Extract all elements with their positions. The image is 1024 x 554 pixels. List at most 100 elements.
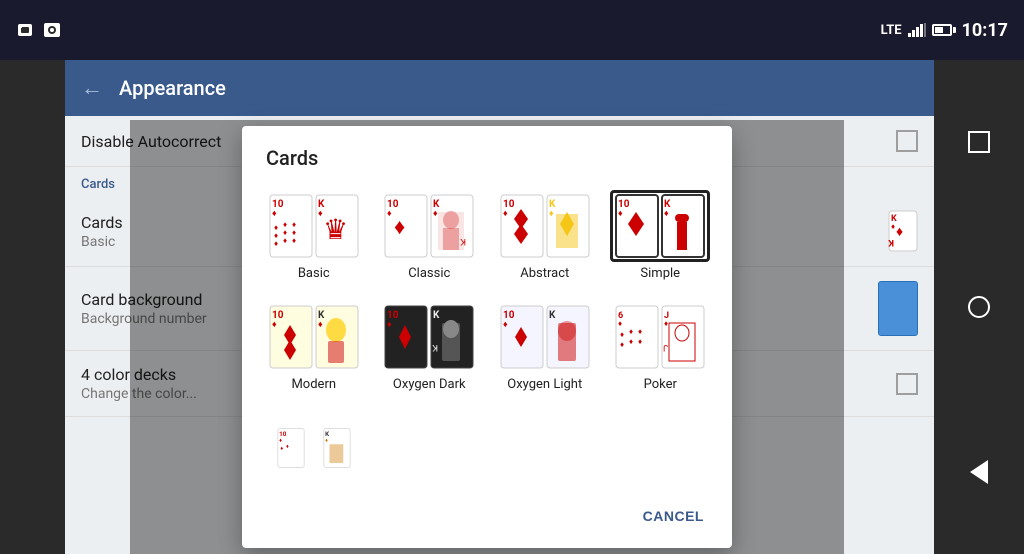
- card-option-modern[interactable]: 10 ♦ K ♦: [258, 293, 370, 400]
- svg-text:♦: ♦: [272, 209, 277, 219]
- card-option-simple[interactable]: 10 ♦ K ♦: [605, 182, 717, 289]
- svg-text:♛: ♛: [323, 213, 348, 246]
- simple-label: Simple: [640, 266, 680, 281]
- disable-autocorrect-checkbox[interactable]: [896, 130, 918, 152]
- simple-card-k: K ♦: [661, 194, 705, 258]
- card-preview-simple: 10 ♦ K ♦: [610, 190, 710, 262]
- card-option-oxygen-light[interactable]: 10 ♦ K: [489, 293, 601, 400]
- svg-text:♦: ♦: [283, 236, 287, 245]
- poker-card-k: J ♦ J: [661, 305, 705, 369]
- svg-text:♦: ♦: [638, 337, 642, 346]
- extra-card-1: 10 ♦ ♦ ♦: [269, 428, 313, 468]
- svg-text:♦: ♦: [394, 215, 405, 240]
- status-left-icons: [16, 22, 62, 38]
- svg-text:K: K: [460, 236, 466, 246]
- card-preview-basic: 10 ♦ ♦ ♦ ♦ ♦ ♦ ♦ ♦: [264, 190, 364, 262]
- status-bar: LTE 10:17: [0, 0, 1024, 60]
- card-option-extra[interactable]: 10 ♦ ♦ ♦ K ♦: [258, 404, 370, 492]
- svg-text:♦: ♦: [620, 330, 624, 339]
- svg-text:♦: ♦: [896, 224, 903, 240]
- sim-icon-2: [42, 22, 62, 38]
- home-button[interactable]: [957, 285, 1001, 329]
- card-preview-k: K ♦ ♦ K: [888, 210, 918, 252]
- dialog-overlay: Cards 10 ♦ ♦: [130, 120, 844, 554]
- oxygen-dark-label: Oxygen Dark: [393, 377, 466, 392]
- square-icon: [968, 131, 990, 153]
- poker-label: Poker: [644, 377, 677, 392]
- card-option-classic[interactable]: 10 ♦ ♦ K ♦: [374, 182, 486, 289]
- signal-icon: [908, 23, 926, 37]
- svg-text:♦: ♦: [387, 209, 392, 219]
- card-option-oxygen-dark[interactable]: 10 ♦ K K: [374, 293, 486, 400]
- extra-card-2: K ♦: [315, 428, 359, 468]
- oxygen-light-label: Oxygen Light: [507, 377, 582, 392]
- status-right-icons: LTE 10:17: [881, 20, 1008, 41]
- dialog-content: 10 ♦ ♦ ♦ ♦ ♦ ♦ ♦ ♦: [242, 182, 732, 492]
- svg-text:♦: ♦: [503, 320, 508, 330]
- four-color-decks-checkbox[interactable]: [896, 373, 918, 395]
- card-option-poker[interactable]: 6 ♦ ♦ ♦ ♦ ♦ ♦ ♦: [605, 293, 717, 400]
- card-background-preview: [878, 281, 918, 336]
- svg-text:♦: ♦: [891, 222, 895, 231]
- app-bar-title: Appearance: [119, 76, 226, 100]
- card-preview-classic: 10 ♦ ♦ K ♦: [379, 190, 479, 262]
- svg-text:♦: ♦: [280, 446, 283, 452]
- card-option-abstract[interactable]: 10 ♦ K ♦: [489, 182, 601, 289]
- poker-card-10: 6 ♦ ♦ ♦ ♦ ♦ ♦ ♦: [615, 305, 659, 369]
- oxygen-light-card-k: K: [546, 305, 590, 369]
- svg-text:♦: ♦: [618, 319, 622, 328]
- basic-card-10: 10 ♦ ♦ ♦ ♦ ♦ ♦ ♦ ♦: [269, 194, 313, 258]
- svg-text:♦: ♦: [292, 236, 296, 245]
- recent-apps-button[interactable]: [957, 120, 1001, 164]
- card-preview-abstract: 10 ♦ K ♦: [495, 190, 595, 262]
- svg-text:♦: ♦: [629, 337, 633, 346]
- svg-text:♦: ♦: [433, 209, 438, 219]
- svg-text:K: K: [888, 237, 894, 247]
- modern-card-k: K ♦: [315, 305, 359, 369]
- oxygen-light-card-10: 10 ♦: [500, 305, 544, 369]
- svg-text:♦: ♦: [387, 320, 392, 330]
- cancel-button[interactable]: CANCEL: [631, 500, 716, 532]
- card-preview-oxygen-dark: 10 ♦ K K: [379, 301, 479, 373]
- sim-icon-1: [16, 23, 34, 37]
- oxygen-dark-card-k: K K: [430, 305, 474, 369]
- basic-label: Basic: [298, 266, 330, 281]
- svg-text:♦: ♦: [664, 209, 669, 219]
- classic-label: Classic: [408, 266, 450, 281]
- svg-text:♦: ♦: [618, 209, 623, 219]
- card-option-basic[interactable]: 10 ♦ ♦ ♦ ♦ ♦ ♦ ♦ ♦: [258, 182, 370, 289]
- simple-card-10: 10 ♦: [615, 194, 659, 258]
- app-bar: ← Appearance: [65, 60, 934, 116]
- back-nav-button[interactable]: ←: [81, 75, 103, 101]
- svg-text:♦: ♦: [274, 239, 278, 248]
- svg-text:♦: ♦: [286, 444, 289, 450]
- card-preview-poker: 6 ♦ ♦ ♦ ♦ ♦ ♦ ♦: [610, 301, 710, 373]
- svg-text:K: K: [432, 342, 438, 352]
- status-time: 10:17: [962, 20, 1008, 41]
- cards-options-grid: 10 ♦ ♦ ♦ ♦ ♦ ♦ ♦ ♦: [258, 182, 716, 492]
- svg-text:J: J: [663, 342, 668, 352]
- classic-card-k: K ♦ K: [430, 194, 474, 258]
- lte-icon: LTE: [881, 23, 902, 38]
- svg-text:♦: ♦: [318, 320, 323, 330]
- modern-label: Modern: [291, 377, 336, 392]
- svg-text:♦: ♦: [629, 327, 633, 336]
- svg-text:♦: ♦: [272, 320, 277, 330]
- svg-text:10: 10: [279, 430, 287, 438]
- back-button[interactable]: [957, 450, 1001, 494]
- card-preview-modern: 10 ♦ K ♦: [264, 301, 364, 373]
- svg-text:♦: ♦: [503, 209, 508, 219]
- card-preview-oxygen-light: 10 ♦ K: [495, 301, 595, 373]
- svg-text:♦: ♦: [549, 209, 554, 219]
- battery-icon: [932, 24, 956, 36]
- abstract-card-10: 10 ♦: [500, 194, 544, 258]
- dialog-actions: CANCEL: [242, 492, 732, 548]
- cards-dialog: Cards 10 ♦ ♦: [242, 126, 732, 548]
- svg-text:K: K: [549, 310, 556, 321]
- svg-text:K: K: [433, 310, 440, 321]
- svg-text:♦: ♦: [325, 438, 328, 444]
- device: LTE 10:17: [0, 0, 1024, 554]
- main-screen: ← Appearance Disable Autocorrect Cards C…: [65, 60, 934, 554]
- svg-text:♦: ♦: [638, 327, 642, 336]
- cards-setting-text: Cards Basic: [81, 213, 123, 250]
